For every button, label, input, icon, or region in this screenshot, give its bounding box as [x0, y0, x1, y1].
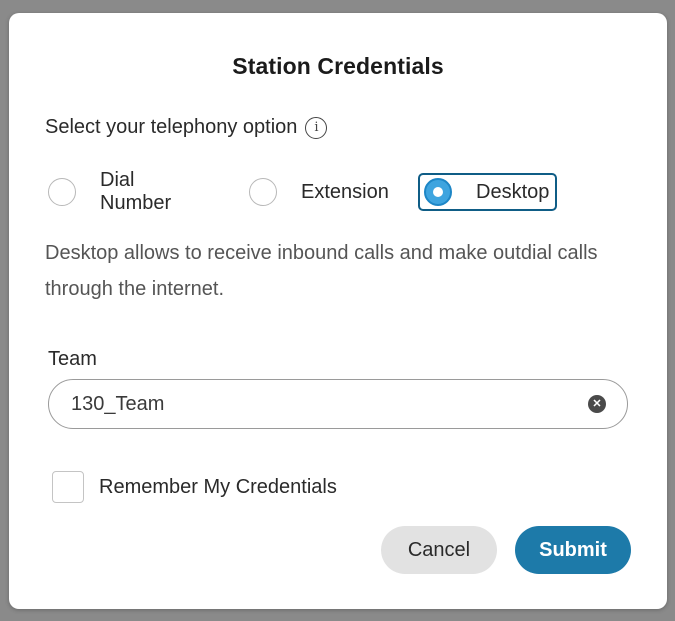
- radio-label-desktop: Desktop: [476, 180, 550, 203]
- radio-desktop[interactable]: Desktop: [418, 173, 558, 211]
- radio-extension[interactable]: Extension: [249, 173, 389, 211]
- clear-icon[interactable]: ✕: [588, 395, 606, 413]
- info-icon[interactable]: i: [305, 116, 328, 139]
- telephony-description: Desktop allows to receive inbound calls …: [45, 242, 598, 300]
- team-input[interactable]: 130_Team ✕: [48, 379, 628, 429]
- telephony-prompt: Select your telephony option i: [45, 116, 328, 139]
- radio-circle[interactable]: [48, 178, 76, 206]
- radio-label-dial-number: Dial Number: [100, 169, 172, 214]
- team-label: Team: [48, 348, 97, 370]
- cancel-button[interactable]: Cancel: [381, 526, 497, 574]
- remember-checkbox[interactable]: [52, 471, 84, 503]
- radio-label-extension: Extension: [301, 180, 389, 203]
- telephony-prompt-label: Select your telephony option: [45, 116, 298, 138]
- station-credentials-dialog: Station Credentials Select your telephon…: [9, 13, 667, 609]
- dialog-title: Station Credentials: [232, 53, 444, 79]
- remember-credentials[interactable]: Remember My Credentials: [52, 471, 337, 503]
- radio-dial-number[interactable]: Dial Number: [48, 169, 171, 214]
- team-input-value[interactable]: 130_Team: [71, 393, 588, 416]
- radio-circle[interactable]: [249, 178, 277, 206]
- submit-button[interactable]: Submit: [515, 526, 631, 574]
- remember-label: Remember My Credentials: [99, 475, 337, 498]
- radio-circle-selected[interactable]: [424, 178, 452, 206]
